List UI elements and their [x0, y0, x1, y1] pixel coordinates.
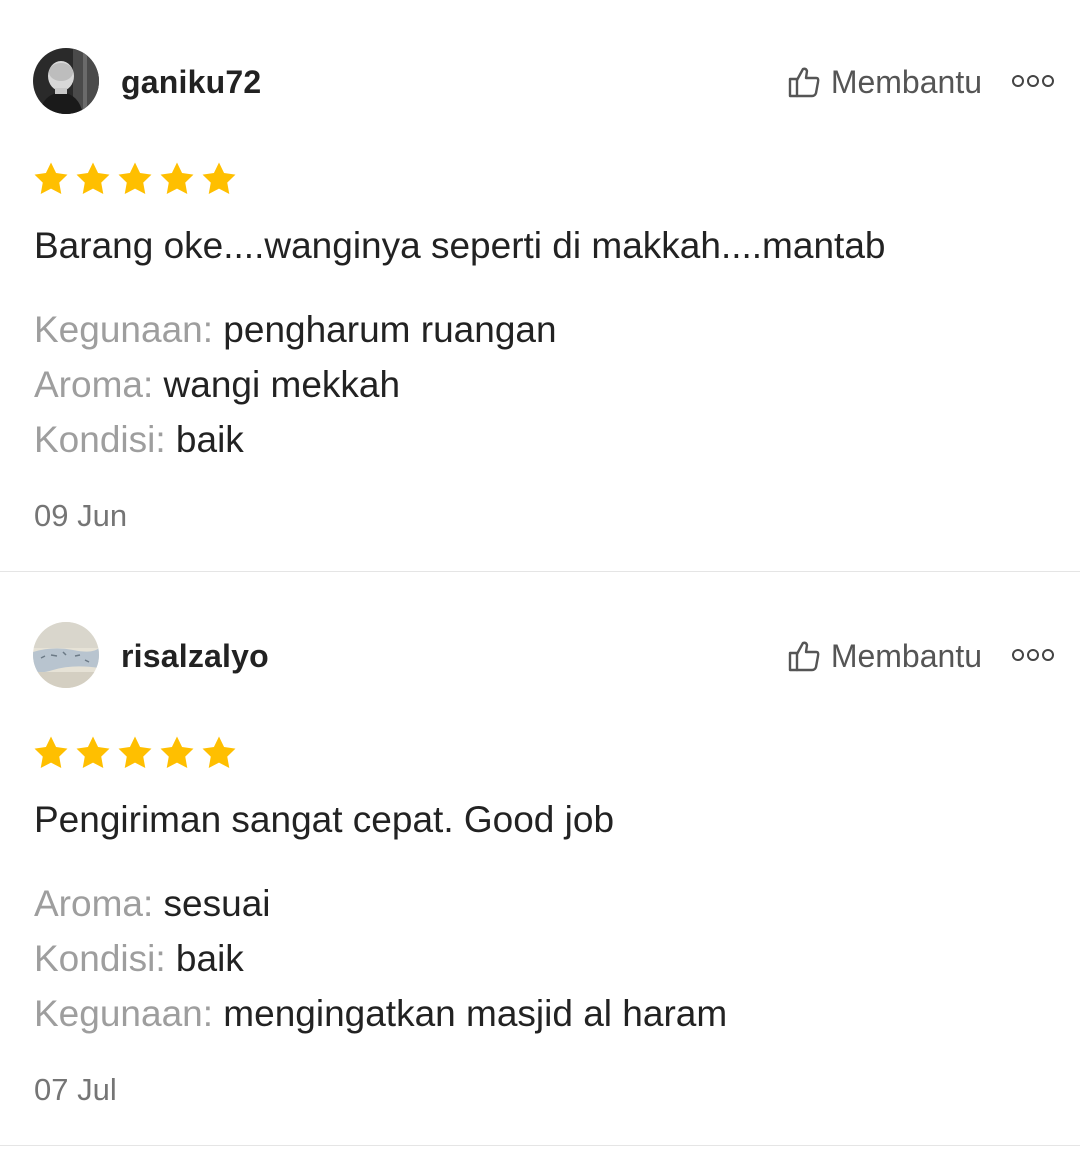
review-text: Barang oke....wanginya seperti di makkah… — [34, 225, 886, 266]
review-date: 07 Jul — [34, 1072, 117, 1107]
star-icon — [200, 734, 238, 772]
star-rating — [32, 734, 238, 772]
attribute-value: mengingatkan masjid al haram — [223, 993, 728, 1034]
star-icon — [200, 160, 238, 198]
attribute-row: Kegunaan: mengingatkan masjid al haram — [34, 986, 727, 1041]
more-options-button[interactable] — [1012, 68, 1054, 94]
star-icon — [74, 160, 112, 198]
helpful-button[interactable]: Membantu — [787, 634, 982, 678]
more-options-icon — [1012, 649, 1024, 661]
attribute-row: Aroma: sesuai — [34, 876, 727, 931]
star-icon — [74, 734, 112, 772]
attribute-key: Kondisi: — [34, 419, 166, 460]
attribute-key: Aroma: — [34, 364, 154, 405]
star-icon — [32, 734, 70, 772]
attribute-key: Aroma: — [34, 883, 154, 924]
thumbs-up-icon — [787, 639, 821, 673]
star-rating — [32, 160, 238, 198]
attribute-value: baik — [175, 938, 244, 979]
star-icon — [116, 734, 154, 772]
avatar[interactable] — [33, 622, 99, 688]
attribute-key: Kegunaan: — [34, 309, 214, 350]
star-icon — [32, 160, 70, 198]
more-options-icon — [1012, 75, 1024, 87]
review-text: Pengiriman sangat cepat. Good job — [34, 799, 615, 840]
attribute-row: Kondisi: baik — [34, 412, 557, 467]
review-card: ganiku72 Membantu Barang oke....wanginya… — [0, 0, 1080, 572]
reviewer-username[interactable]: risalzalyo — [121, 638, 269, 675]
attribute-row: Kondisi: baik — [34, 931, 727, 986]
star-icon — [158, 160, 196, 198]
more-options-button[interactable] — [1012, 642, 1054, 668]
thumbs-up-icon — [787, 65, 821, 99]
attribute-value: pengharum ruangan — [223, 309, 557, 350]
review-attributes: Kegunaan: pengharum ruangan Aroma: wangi… — [34, 302, 557, 467]
attribute-key: Kegunaan: — [34, 993, 214, 1034]
helpful-label: Membantu — [830, 63, 982, 100]
attribute-value: sesuai — [163, 883, 271, 924]
helpful-button[interactable]: Membantu — [787, 60, 982, 104]
avatar[interactable] — [33, 48, 99, 114]
helpful-label: Membantu — [830, 637, 982, 674]
review-card: risalzalyo Membantu Pengiriman sangat ce… — [0, 574, 1080, 1146]
star-icon — [116, 160, 154, 198]
attribute-key: Kondisi: — [34, 938, 166, 979]
review-attributes: Aroma: sesuai Kondisi: baik Kegunaan: me… — [34, 876, 727, 1041]
attribute-row: Aroma: wangi mekkah — [34, 357, 557, 412]
reviewer-username[interactable]: ganiku72 — [121, 64, 261, 101]
attribute-value: baik — [175, 419, 244, 460]
attribute-row: Kegunaan: pengharum ruangan — [34, 302, 557, 357]
review-date: 09 Jun — [34, 498, 128, 533]
star-icon — [158, 734, 196, 772]
attribute-value: wangi mekkah — [163, 364, 401, 405]
